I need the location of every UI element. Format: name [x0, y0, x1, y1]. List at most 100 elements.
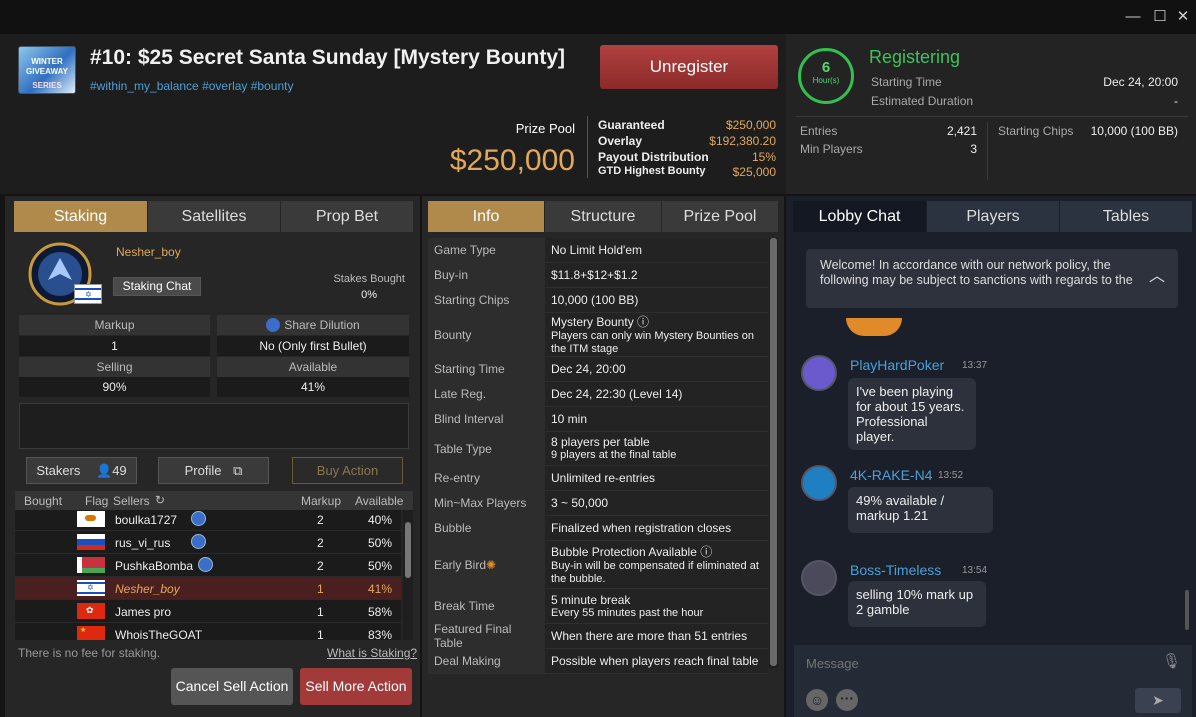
minimize-icon[interactable]: — — [1124, 8, 1142, 26]
divider — [587, 116, 588, 178]
tab-lobby-chat[interactable]: Lobby Chat — [793, 201, 926, 232]
guaranteed-label: Guaranteed — [598, 118, 665, 132]
chat-username[interactable]: Boss-Timeless — [850, 562, 941, 578]
tab-staking[interactable]: Staking — [14, 201, 147, 232]
user-avatar[interactable] — [801, 465, 837, 501]
available-label: Available — [217, 357, 409, 377]
tab-prize-pool[interactable]: Prize Pool — [662, 201, 778, 232]
prize-pool-label: Prize Pool — [515, 121, 575, 136]
seller-name[interactable]: James pro — [115, 605, 171, 619]
chevron-up-icon[interactable]: ︿ — [1149, 262, 1165, 286]
seller-markup: 2 — [317, 513, 324, 527]
guaranteed-value: $250,000 — [725, 118, 776, 132]
table-row[interactable]: PushkaBomba 2 50% — [15, 554, 401, 577]
table-row[interactable]: rus_vi_rus 2 50% — [15, 531, 401, 554]
tab-tables[interactable]: Tables — [1060, 201, 1192, 232]
starting-time-value: Dec 24, 20:00 — [1103, 75, 1178, 89]
info-row: Buy-in $11.8+$12+$1.2 — [428, 263, 768, 288]
emoji-icon[interactable]: ☺ — [806, 689, 828, 711]
info-value: Mystery Bounty ⓘ Players can only win Mys… — [545, 313, 768, 356]
info-value: When there are more than 51 entries — [545, 624, 768, 648]
cancel-sell-action-button[interactable]: Cancel Sell Action — [171, 668, 293, 705]
selling-label: Selling — [19, 357, 210, 377]
logo-text: GIVEAWAY — [26, 67, 68, 76]
info-icon[interactable]: ⓘ — [697, 545, 712, 559]
message-input[interactable] — [806, 650, 1146, 676]
tab-structure[interactable]: Structure — [545, 201, 661, 232]
microphone-icon[interactable]: 🎙 — [1162, 652, 1181, 670]
col-sellers: Sellers — [113, 494, 150, 508]
what-is-staking-link[interactable]: What is Staking? — [327, 646, 417, 660]
fee-note: There is no fee for staking. — [18, 646, 161, 660]
unregister-button[interactable]: Unregister — [600, 45, 778, 89]
send-button[interactable]: ➤ — [1135, 688, 1181, 713]
person-icon: 👤 — [96, 463, 113, 478]
early-bird-icon: ✺ — [486, 557, 497, 572]
user-avatar[interactable] — [801, 560, 837, 596]
staking-chat-button[interactable]: Staking Chat — [113, 277, 201, 296]
maximize-icon[interactable]: ☐ — [1151, 8, 1169, 26]
seller-name[interactable]: rus_vi_rus — [115, 536, 170, 550]
overlay-value: $192,380.20 — [709, 134, 776, 148]
stakers-button[interactable]: Stakers 👤49 — [26, 457, 137, 484]
staker-username[interactable]: Nesher_boy — [116, 245, 181, 259]
col-available: Available — [355, 494, 404, 508]
min-players-value: 3 — [970, 142, 977, 156]
chat-message: 49% available / markup 1.21 — [848, 487, 993, 533]
info-key: Min~Max Players — [428, 491, 545, 515]
overlay-label: Overlay — [598, 134, 643, 148]
user-avatar[interactable] — [801, 355, 837, 391]
info-icon[interactable]: ⓘ — [634, 315, 649, 329]
info-row: Bubble Finalized when registration closes — [428, 516, 768, 541]
info-value: 10,000 (100 BB) — [545, 288, 768, 312]
duration-label: Estimated Duration — [871, 94, 974, 108]
chat-username[interactable]: 4K-RAKE-N4 — [850, 467, 932, 483]
more-icon[interactable]: ··· — [836, 689, 858, 711]
info-value: Dec 24, 22:30 (Level 14) — [545, 382, 768, 406]
starting-time-label: Starting Time — [871, 75, 942, 89]
tab-satellites[interactable]: Satellites — [148, 201, 280, 232]
seller-name[interactable]: PushkaBomba — [115, 559, 193, 573]
china-flag-icon: ★ — [77, 626, 105, 640]
info-value: No Limit Hold'em — [545, 238, 768, 262]
belarus-flag-icon — [77, 557, 105, 573]
table-row[interactable]: ✿ James pro 1 58% — [15, 600, 401, 623]
russia-flag-icon — [77, 534, 105, 550]
info-value-detail: Every 55 minutes past the hour — [551, 606, 704, 619]
info-row: Table Type 8 players per table 9 players a… — [428, 432, 768, 466]
tab-players[interactable]: Players — [927, 201, 1059, 232]
info-value: Dec 24, 20:00 — [545, 357, 768, 381]
info-key: Bounty — [428, 313, 545, 356]
chat-username[interactable]: PlayHardPoker — [850, 357, 944, 373]
info-scrollbar[interactable] — [769, 238, 778, 668]
refresh-icon[interactable]: ↻ — [155, 493, 165, 507]
share-dilution-value: No (Only first Bullet) — [217, 336, 409, 356]
seller-name[interactable]: boulka1727 — [115, 513, 177, 527]
chat-scrollbar[interactable] — [1185, 590, 1189, 630]
staking-badge-icon — [191, 534, 206, 549]
chat-timestamp: 13:37 — [962, 360, 988, 371]
divider — [796, 116, 1188, 117]
chat-timestamp: 13:54 — [962, 565, 988, 576]
sellers-scrollbar[interactable] — [403, 510, 413, 640]
sell-more-action-button[interactable]: Sell More Action — [300, 668, 412, 705]
profile-button[interactable]: Profile ⧉ — [158, 457, 269, 484]
tab-info[interactable]: Info — [428, 201, 544, 232]
title-bar: — ☐ ✕ — [0, 0, 1196, 34]
seller-name[interactable]: Nesher_boy — [115, 582, 180, 596]
info-value: 3 ~ 50,000 — [545, 491, 768, 515]
table-row[interactable]: ★ WhoisTheGOAT 1 83% — [15, 623, 401, 640]
info-key: Game Type — [428, 238, 545, 262]
seller-name[interactable]: WhoisTheGOAT — [115, 628, 202, 640]
table-row[interactable]: ✡ Nesher_boy 1 41% — [15, 577, 401, 600]
seller-markup: 2 — [317, 559, 324, 573]
info-row: Deal Making Possible when players reach f… — [428, 649, 768, 674]
sellers-list: boulka1727 2 40% rus_vi_rus 2 50% PushkaBomba 2… — [15, 510, 401, 640]
tab-prop-bet[interactable]: Prop Bet — [281, 201, 413, 232]
tournament-tags[interactable]: #within_my_balance #overlay #bounty — [90, 79, 293, 93]
info-row: Starting Time Dec 24, 20:00 — [428, 357, 768, 382]
close-icon[interactable]: ✕ — [1174, 8, 1192, 26]
buy-action-button[interactable]: Buy Action — [292, 457, 403, 484]
avatar: ✡ — [26, 242, 102, 306]
table-row[interactable]: boulka1727 2 40% — [15, 510, 401, 531]
